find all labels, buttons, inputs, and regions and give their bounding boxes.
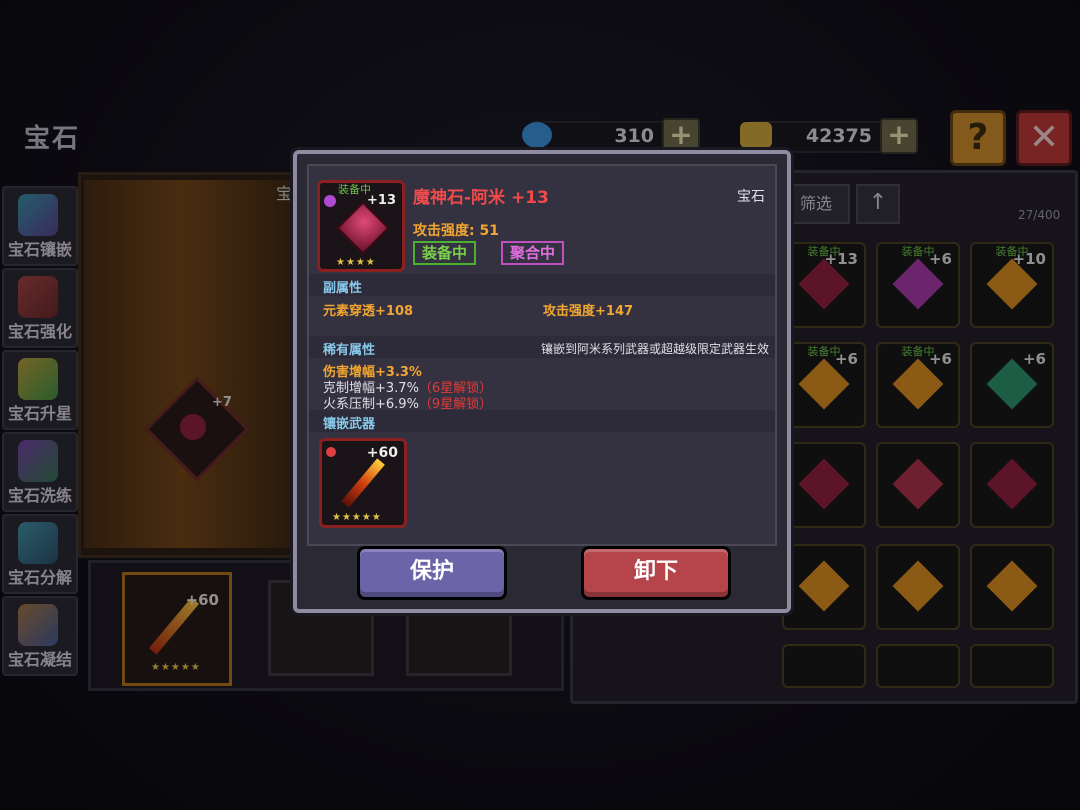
unequip-button[interactable]: 卸下 [581, 546, 731, 600]
rare-attr-title: 稀有属性 [323, 343, 376, 358]
weapon-element-icon [326, 447, 336, 457]
sub-attr-2: 攻击强度+147 [543, 304, 634, 319]
equipped-tag: 装备中 [413, 241, 477, 265]
gem-category: 宝石 [737, 189, 765, 205]
demon-gem-icon [336, 201, 390, 255]
inlaid-weapon-slot[interactable]: +60 ★★★★★ [319, 438, 407, 528]
rare-attr-note: 镶嵌到阿米系列武器或超越级限定武器生效 [540, 342, 769, 356]
fusion-tag: 聚合中 [501, 241, 565, 265]
fire-sword-icon [341, 458, 385, 508]
gem-level: +13 [367, 193, 396, 208]
weapon-header: 镶嵌武器 [309, 410, 775, 432]
gem-detail-modal: 装备中 +13 ★★★★ 魔神石-阿米 +13 宝石 攻击强度: 51 装备中 … [293, 150, 791, 613]
gem-name: 魔神石-阿米 +13 [413, 188, 549, 208]
gem-stars: ★★★★ [336, 257, 376, 268]
gem-item-icon: 装备中 +13 ★★★★ [317, 180, 405, 272]
element-icon [324, 195, 336, 207]
rare-attr-header: 稀有属性 镶嵌到阿米系列武器或超越级限定武器生效 [309, 336, 775, 358]
protect-button[interactable]: 保护 [357, 546, 507, 600]
sub-attr-title: 副属性 [323, 281, 363, 296]
weapon-title: 镶嵌武器 [323, 417, 376, 432]
gem-detail-body: 装备中 +13 ★★★★ 魔神石-阿米 +13 宝石 攻击强度: 51 装备中 … [307, 164, 777, 546]
inlaid-weapon-level: +60 [366, 445, 398, 461]
inlaid-weapon-stars: ★★★★★ [332, 512, 382, 523]
sub-attr-1: 元素穿透+108 [323, 304, 414, 319]
attack-strength: 攻击强度: 51 [413, 223, 499, 239]
sub-attr-header: 副属性 [309, 274, 775, 296]
